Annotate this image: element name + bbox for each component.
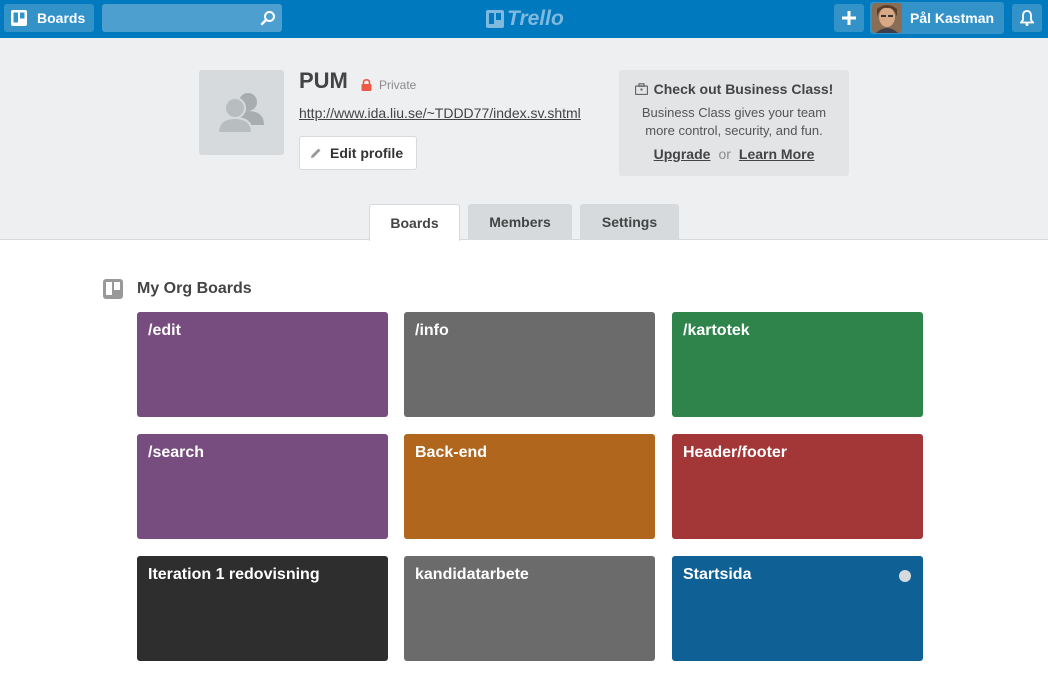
board-tile[interactable]: Header/footer xyxy=(672,434,923,539)
briefcase-icon xyxy=(634,83,648,95)
upgrade-link[interactable]: Upgrade xyxy=(654,146,711,162)
board-title: Back-end xyxy=(415,444,488,461)
promo-title: Check out Business Class! xyxy=(619,81,849,97)
starred-indicator-icon[interactable] xyxy=(899,570,911,582)
boards-icon xyxy=(11,10,27,26)
edit-profile-button[interactable]: Edit profile xyxy=(299,136,417,170)
boards-icon xyxy=(103,279,123,299)
board-tile[interactable]: Back-end xyxy=(404,434,655,539)
board-tile[interactable]: /info xyxy=(404,312,655,417)
plus-icon xyxy=(842,11,856,25)
pencil-icon xyxy=(311,148,321,158)
tab-boards[interactable]: Boards xyxy=(369,204,460,241)
search-input[interactable] xyxy=(102,4,282,32)
learn-more-link[interactable]: Learn More xyxy=(739,146,814,162)
board-title: /search xyxy=(148,444,205,461)
org-header: PUM Private http://www.ida.liu.se/~TDDD7… xyxy=(0,38,1048,241)
board-title: /edit xyxy=(148,322,181,339)
member-name: Pål Kastman xyxy=(910,10,995,26)
board-title: /kartotek xyxy=(683,322,750,339)
lock-icon xyxy=(361,79,372,91)
org-website-link[interactable]: http://www.ida.liu.se/~TDDD77/index.sv.s… xyxy=(299,105,581,121)
edit-profile-label: Edit profile xyxy=(330,145,404,161)
board-tile[interactable]: kandidatarbete xyxy=(404,556,655,661)
board-title: Header/footer xyxy=(683,444,788,461)
board-title: /info xyxy=(415,322,449,339)
people-icon xyxy=(216,92,264,134)
tab-settings[interactable]: Settings xyxy=(580,204,679,240)
section-title: My Org Boards xyxy=(137,280,252,297)
promo-links: Upgrade or Learn More xyxy=(619,146,849,162)
search-icon[interactable] xyxy=(260,10,276,26)
board-tile[interactable]: /kartotek xyxy=(672,312,923,417)
add-button[interactable] xyxy=(834,4,864,32)
org-avatar xyxy=(199,70,284,155)
board-tile[interactable]: /search xyxy=(137,434,388,539)
notifications-button[interactable] xyxy=(1012,4,1042,32)
board-title: Startsida xyxy=(683,566,752,583)
or-text: or xyxy=(718,146,731,162)
visibility-label: Private xyxy=(379,78,417,92)
trello-logo[interactable]: Trello xyxy=(486,7,566,31)
member-menu-button[interactable]: Pål Kastman xyxy=(870,2,1004,34)
trello-logo-icon xyxy=(486,10,504,28)
board-title: Iteration 1 redovisning xyxy=(148,566,320,583)
logo-text: Trello xyxy=(507,7,564,30)
board-tile[interactable]: Startsida xyxy=(672,556,923,661)
avatar-image xyxy=(872,3,902,33)
promo-description: Business Class gives your team more cont… xyxy=(641,105,827,138)
org-name: PUM xyxy=(299,68,348,93)
board-tile[interactable]: /edit xyxy=(137,312,388,417)
section-header: My Org Boards xyxy=(103,279,252,299)
promo-title-text: Check out Business Class! xyxy=(653,81,834,97)
board-tile[interactable]: Iteration 1 redovisning xyxy=(137,556,388,661)
top-header-bar: Boards Trello Pål Kastman xyxy=(0,0,1048,38)
board-title: kandidatarbete xyxy=(415,566,529,583)
business-class-promo: Check out Business Class! Business Class… xyxy=(619,70,849,176)
boards-button[interactable]: Boards xyxy=(4,4,94,32)
bell-icon xyxy=(1020,10,1034,26)
visibility-badge: Private xyxy=(361,78,416,92)
boards-button-label: Boards xyxy=(37,10,86,26)
avatar xyxy=(872,3,902,33)
tab-members[interactable]: Members xyxy=(468,204,572,240)
